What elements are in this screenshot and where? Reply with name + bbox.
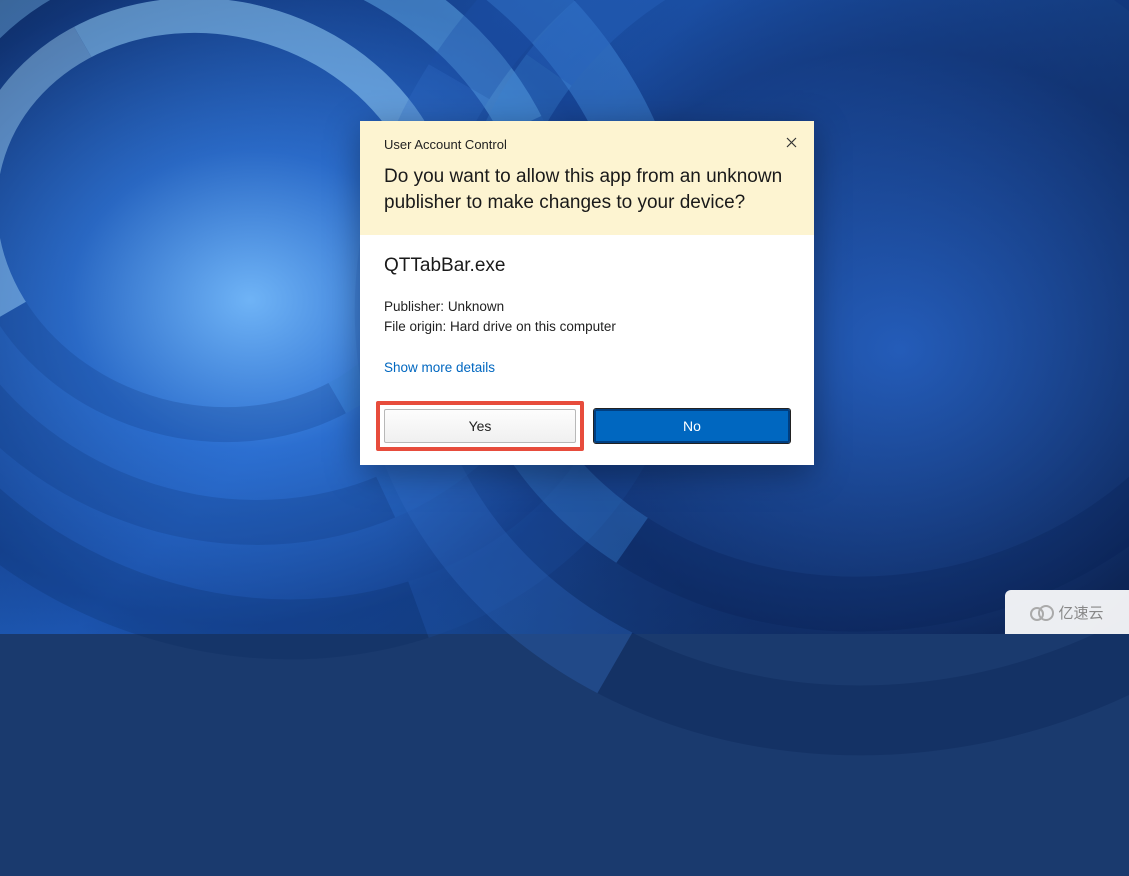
publisher-label: Publisher: — [384, 299, 444, 314]
dialog-title: User Account Control — [384, 137, 790, 152]
watermark-text: 亿速云 — [1058, 602, 1103, 623]
yes-button[interactable]: Yes — [384, 409, 576, 443]
watermark: 亿速云 — [1005, 590, 1129, 634]
dialog-body: QTTabBar.exe Publisher: Unknown File ori… — [360, 235, 814, 401]
annotation-highlight: Yes — [376, 401, 584, 451]
watermark-icon — [1030, 605, 1052, 619]
show-more-details-link[interactable]: Show more details — [384, 360, 495, 375]
app-name: QTTabBar.exe — [384, 255, 790, 277]
close-icon[interactable] — [780, 131, 802, 153]
no-button[interactable]: No — [594, 409, 790, 443]
origin-line: File origin: Hard drive on this computer — [384, 317, 790, 337]
origin-value: Hard drive on this computer — [450, 319, 616, 334]
publisher-line: Publisher: Unknown — [384, 297, 790, 317]
publisher-value: Unknown — [448, 299, 504, 314]
dialog-footer: Yes No — [360, 401, 814, 465]
dialog-heading: Do you want to allow this app from an un… — [384, 164, 790, 215]
origin-label: File origin: — [384, 319, 446, 334]
dialog-header: User Account Control Do you want to allo… — [360, 121, 814, 235]
uac-dialog: User Account Control Do you want to allo… — [360, 121, 814, 465]
